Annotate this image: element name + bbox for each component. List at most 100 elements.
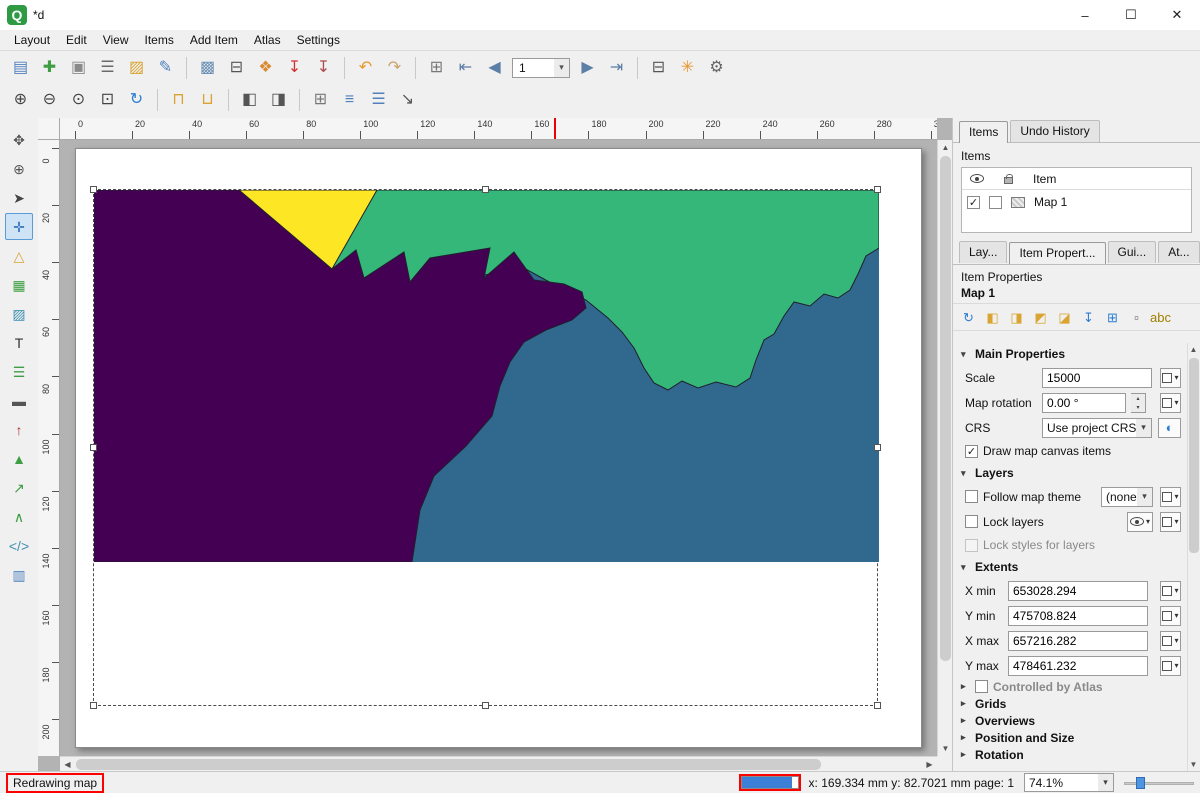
section-layers[interactable]: Layers — [953, 462, 1187, 484]
add-legend-icon[interactable]: ☰ — [5, 358, 33, 385]
horizontal-scroll-thumb[interactable] — [76, 759, 821, 770]
open-folder-icon[interactable]: ▨ — [123, 55, 150, 81]
selection-handle[interactable] — [874, 444, 881, 451]
add-shape-icon[interactable]: ▲ — [5, 445, 33, 472]
extent-input[interactable] — [1008, 606, 1148, 626]
dock-tab[interactable]: Undo History — [1010, 120, 1099, 142]
data-defined-override-button[interactable] — [1160, 368, 1181, 388]
scroll-down-icon[interactable]: ▼ — [1187, 758, 1200, 771]
collapsed-section[interactable]: Rotation — [953, 746, 1187, 763]
export-svg-icon[interactable]: ❖ — [252, 55, 279, 81]
duplicate-layout-icon[interactable]: ▣ — [65, 55, 92, 81]
save-layout-icon[interactable]: ▤ — [7, 55, 34, 81]
zoom-out-icon[interactable]: ⊖ — [36, 87, 63, 113]
scroll-down-icon[interactable]: ▼ — [938, 741, 953, 756]
layout-viewport[interactable] — [60, 140, 937, 756]
map-item-frame[interactable] — [93, 189, 878, 706]
menu-item[interactable]: Layout — [6, 31, 58, 49]
zoom-slider-handle[interactable] — [1136, 777, 1145, 789]
zoom-actual-icon[interactable]: ⊙ — [65, 87, 92, 113]
set-scale-to-canvas-icon[interactable]: ◩ — [1029, 307, 1052, 327]
extent-input[interactable] — [1008, 631, 1148, 651]
spin-up-icon[interactable] — [1131, 394, 1145, 403]
properties-scrollbar[interactable]: ▲ ▼ — [1187, 343, 1200, 771]
item-visibility-checkbox[interactable] — [967, 196, 980, 209]
add-scalebar-icon[interactable]: ▬ — [5, 387, 33, 414]
atlas-settings-icon[interactable]: ⚙ — [703, 55, 730, 81]
extent-input[interactable] — [1008, 581, 1148, 601]
data-defined-override-button[interactable] — [1160, 606, 1181, 626]
pan-layout-icon[interactable]: ✥ — [5, 126, 33, 153]
crs-combo[interactable]: Use project CRS — [1042, 418, 1152, 438]
data-defined-override-button[interactable] — [1160, 393, 1181, 413]
dock-tab[interactable]: Items — [959, 121, 1008, 143]
minimize-button[interactable]: – — [1062, 0, 1108, 30]
map-rotation-input[interactable] — [1042, 393, 1126, 413]
edit-nodes-item-icon[interactable]: △ — [5, 242, 33, 269]
menu-item[interactable]: Edit — [58, 31, 95, 49]
export-image-icon[interactable]: ▩ — [194, 55, 221, 81]
vertical-scrollbar[interactable]: ▲ ▼ — [937, 140, 952, 756]
distribute-items-icon[interactable]: ☰ — [365, 87, 392, 113]
align-items-icon[interactable]: ≡ — [336, 87, 363, 113]
view-extent-in-canvas-icon[interactable]: ◨ — [1005, 307, 1028, 327]
lock-styles-checkbox[interactable] — [965, 539, 978, 552]
follow-theme-checkbox[interactable] — [965, 490, 978, 503]
selection-handle[interactable] — [874, 702, 881, 709]
add-map-icon[interactable]: ▦ — [5, 271, 33, 298]
bookmark-extent-icon[interactable]: ↧ — [1077, 307, 1100, 327]
undo-icon[interactable]: ↶ — [352, 55, 379, 81]
refresh-map-preview-icon[interactable]: ↻ — [957, 307, 980, 327]
dock-tab[interactable]: Lay... — [959, 241, 1007, 263]
spin-down-icon[interactable] — [1131, 403, 1145, 412]
dock-tab[interactable]: Gui... — [1108, 241, 1157, 263]
add-attribute-table-icon[interactable]: ▥ — [5, 561, 33, 588]
select-move-item-icon[interactable]: ➤ — [5, 184, 33, 211]
resize-items-icon[interactable]: ↘ — [394, 87, 421, 113]
export-report-icon[interactable]: ↧ — [310, 55, 337, 81]
dock-tab[interactable]: Item Propert... — [1009, 242, 1105, 264]
menu-item[interactable]: Settings — [289, 31, 348, 49]
selection-handle[interactable] — [90, 444, 97, 451]
previous-feature-icon[interactable]: ◀ — [481, 55, 508, 81]
atlas-page-combo[interactable]: 1 — [512, 58, 570, 78]
refresh-view-icon[interactable]: ↻ — [123, 87, 150, 113]
section-controlled-by-atlas[interactable]: Controlled by Atlas — [953, 678, 1187, 695]
selection-handle[interactable] — [482, 702, 489, 709]
menu-item[interactable]: Atlas — [246, 31, 289, 49]
menu-item[interactable]: View — [95, 31, 137, 49]
theme-combo[interactable]: (none) — [1101, 487, 1153, 507]
data-defined-override-button[interactable] — [1160, 656, 1181, 676]
extent-input[interactable] — [1008, 656, 1148, 676]
unlock-all-items-icon[interactable]: ⊔ — [194, 87, 221, 113]
menu-item[interactable]: Items — [137, 31, 182, 49]
data-defined-override-button[interactable] — [1160, 487, 1181, 507]
layout-manager-icon[interactable]: ☰ — [94, 55, 121, 81]
new-layout-icon[interactable]: ✚ — [36, 55, 63, 81]
close-button[interactable]: ✕ — [1154, 0, 1200, 30]
set-extent-to-canvas-icon[interactable]: ◧ — [981, 307, 1004, 327]
selection-handle[interactable] — [90, 702, 97, 709]
lock-layers-checkbox[interactable] — [965, 515, 978, 528]
scroll-right-icon[interactable]: ▶ — [922, 757, 937, 772]
clipping-settings-icon[interactable]: abc — [1149, 307, 1172, 327]
print-layout-icon[interactable]: ⊟ — [223, 55, 250, 81]
selection-handle[interactable] — [874, 186, 881, 193]
data-defined-override-button[interactable] — [1160, 631, 1181, 651]
print-atlas-icon[interactable]: ⊟ — [645, 55, 672, 81]
lower-items-icon[interactable]: ◨ — [265, 87, 292, 113]
select-crs-button[interactable] — [1158, 418, 1181, 438]
labeling-settings-icon[interactable]: ▫ — [1125, 307, 1148, 327]
collapsed-section[interactable]: Position and Size — [953, 729, 1187, 746]
draw-map-canvas-checkbox[interactable] — [965, 445, 978, 458]
dock-tab[interactable]: At... — [1158, 241, 1199, 263]
section-main-properties[interactable]: Main Properties — [953, 343, 1187, 365]
add-html-icon[interactable]: </> — [5, 532, 33, 559]
collapsed-section[interactable]: Grids — [953, 695, 1187, 712]
item-lock-checkbox[interactable] — [989, 196, 1002, 209]
add-pages-icon[interactable]: ⊞ — [307, 87, 334, 113]
zoom-slider[interactable] — [1124, 774, 1194, 792]
add-label-icon[interactable]: T — [5, 329, 33, 356]
layout-page[interactable] — [75, 148, 922, 748]
export-atlas-icon[interactable]: ✳ — [674, 55, 701, 81]
